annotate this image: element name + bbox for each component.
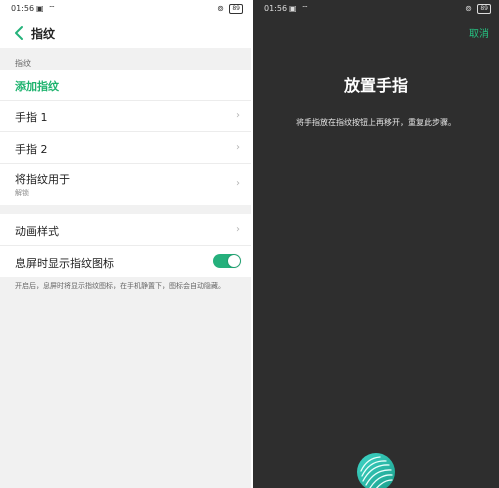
- add-fingerprint-label: 添加指纹: [15, 80, 59, 93]
- page-title: 指纹: [31, 27, 56, 41]
- eye-icon: ⊚: [217, 4, 224, 13]
- place-finger-instruction: 将手指放在指纹按钮上再移开，重复此步骤。: [296, 118, 456, 127]
- use-fingerprint-for-item[interactable]: 将指纹用于 解锁 ›: [0, 164, 251, 205]
- notification-icons: ▣ ⌔: [36, 4, 57, 13]
- finger-1-item[interactable]: 手指 1 ›: [0, 101, 251, 132]
- show-icon-screen-off-item: 息屏时显示指纹图标: [0, 246, 251, 277]
- show-icon-screen-off-label: 息屏时显示指纹图标: [15, 257, 114, 270]
- chevron-right-icon: ›: [236, 142, 240, 153]
- system-icons: ⊚ 89: [217, 0, 243, 18]
- chevron-right-icon: ›: [236, 178, 240, 189]
- show-icon-toggle[interactable]: [213, 254, 241, 268]
- info-note: 开启后，息屏时将显示指纹图标，在手机静置下，图标会自动隐藏。: [15, 282, 225, 290]
- place-finger-screen: 01:56 ▣ ⌔ ⊚ 89 取消 放置手指 将手指放在指纹按钮上再移开，重复此…: [253, 0, 499, 488]
- battery-icon: 89: [477, 3, 491, 14]
- status-bar: 01:56 ▣ ⌔ ⊚ 89: [253, 0, 499, 18]
- cancel-button[interactable]: 取消: [469, 25, 489, 40]
- system-icons: ⊚ 89: [465, 0, 491, 18]
- status-time: 01:56: [11, 4, 35, 13]
- finger-2-item[interactable]: 手指 2 ›: [0, 132, 251, 164]
- fingerprint-settings-screen: 01:56 ▣ ⌔ ⊚ 89 指纹 指纹 添加指纹 手指 1 › 手指 2 › …: [0, 0, 251, 488]
- toggle-knob: [228, 255, 240, 267]
- use-fingerprint-for-value: 解锁: [15, 189, 29, 197]
- back-arrow-icon[interactable]: [13, 24, 27, 42]
- status-time: 01:56: [264, 4, 288, 13]
- chevron-right-icon: ›: [236, 224, 240, 235]
- eye-icon: ⊚: [465, 4, 472, 13]
- add-fingerprint-button[interactable]: 添加指纹: [0, 70, 251, 101]
- section-gap: [0, 205, 251, 214]
- title-bar: 指纹: [0, 18, 251, 48]
- finger-2-label: 手指 2: [15, 143, 48, 156]
- chevron-right-icon: ›: [236, 110, 240, 121]
- status-bar: 01:56 ▣ ⌔ ⊚ 89: [0, 0, 251, 18]
- finger-1-label: 手指 1: [15, 111, 48, 124]
- animation-style-label: 动画样式: [15, 225, 59, 238]
- section-header-label: 指纹: [15, 59, 31, 68]
- notification-icons: ▣ ⌔: [289, 4, 310, 13]
- section-header: 指纹: [0, 48, 251, 70]
- battery-icon: 89: [229, 3, 243, 14]
- animation-style-item[interactable]: 动画样式 ›: [0, 214, 251, 246]
- use-fingerprint-for-label: 将指纹用于: [15, 173, 70, 186]
- place-finger-heading: 放置手指: [343, 76, 408, 95]
- fingerprint-icon[interactable]: [356, 452, 396, 488]
